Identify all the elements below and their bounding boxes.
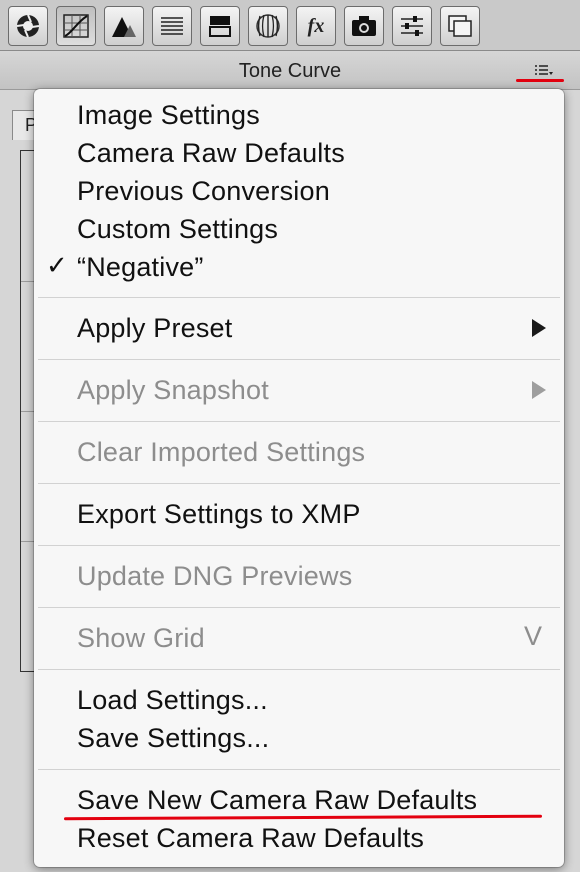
menu-item-image-settings[interactable]: Image Settings (77, 98, 260, 132)
aperture-icon[interactable] (8, 6, 48, 46)
menu-item-save-settings[interactable]: Save Settings... (77, 721, 269, 755)
settings-popup-menu: Image Settings Camera Raw Defaults Previ… (34, 89, 564, 867)
panel-title: Tone Curve (238, 60, 342, 82)
menu-item-apply-preset[interactable]: Apply Preset (77, 311, 232, 345)
menu-separator (38, 421, 560, 422)
panel-header: Tone Curve (0, 50, 580, 90)
presets-sliders-icon[interactable] (392, 6, 432, 46)
panel-menu-icon[interactable] (534, 64, 554, 78)
annotation-underline-menu-icon (516, 79, 564, 82)
checkmark-icon: ✓ (46, 250, 68, 280)
tone-curve-icon[interactable] (56, 6, 96, 46)
menu-item-previous-conversion[interactable]: Previous Conversion (77, 174, 330, 208)
menu-item-camera-raw-defaults[interactable]: Camera Raw Defaults (77, 136, 345, 170)
menu-separator (38, 359, 560, 360)
menu-separator (38, 545, 560, 546)
menu-item-load-settings[interactable]: Load Settings... (77, 683, 268, 717)
toolbar: fx (0, 0, 580, 50)
fx-icon[interactable]: fx (296, 6, 336, 46)
detail-triangle-icon[interactable] (104, 6, 144, 46)
hsl-lines-icon[interactable] (152, 6, 192, 46)
menu-item-export-settings-xmp[interactable]: Export Settings to XMP (77, 497, 361, 531)
split-toning-icon[interactable] (200, 6, 240, 46)
menu-item-reset-camera-raw-defaults[interactable]: Reset Camera Raw Defaults (77, 821, 424, 855)
fx-label: fx (307, 14, 325, 37)
menu-separator (38, 607, 560, 608)
menu-item-show-grid: Show Grid (77, 623, 205, 653)
menu-item-negative-preset[interactable]: “Negative” (77, 250, 204, 284)
menu-item-save-new-camera-raw-defaults[interactable]: Save New Camera Raw Defaults (77, 783, 477, 817)
menu-item-clear-imported-settings: Clear Imported Settings (77, 437, 366, 467)
submenu-arrow-icon (532, 381, 546, 399)
menu-item-update-dng-previews: Update DNG Previews (77, 561, 353, 591)
snapshots-icon[interactable] (440, 6, 480, 46)
lens-corrections-icon[interactable] (248, 6, 288, 46)
menu-separator (38, 669, 560, 670)
show-grid-shortcut: V (523, 621, 542, 651)
menu-item-apply-snapshot: Apply Snapshot (77, 375, 269, 405)
menu-item-custom-settings[interactable]: Custom Settings (77, 212, 278, 246)
menu-separator (38, 297, 560, 298)
menu-separator (38, 483, 560, 484)
camera-calibration-icon[interactable] (344, 6, 384, 46)
menu-separator (38, 769, 560, 770)
submenu-arrow-icon (532, 319, 546, 337)
